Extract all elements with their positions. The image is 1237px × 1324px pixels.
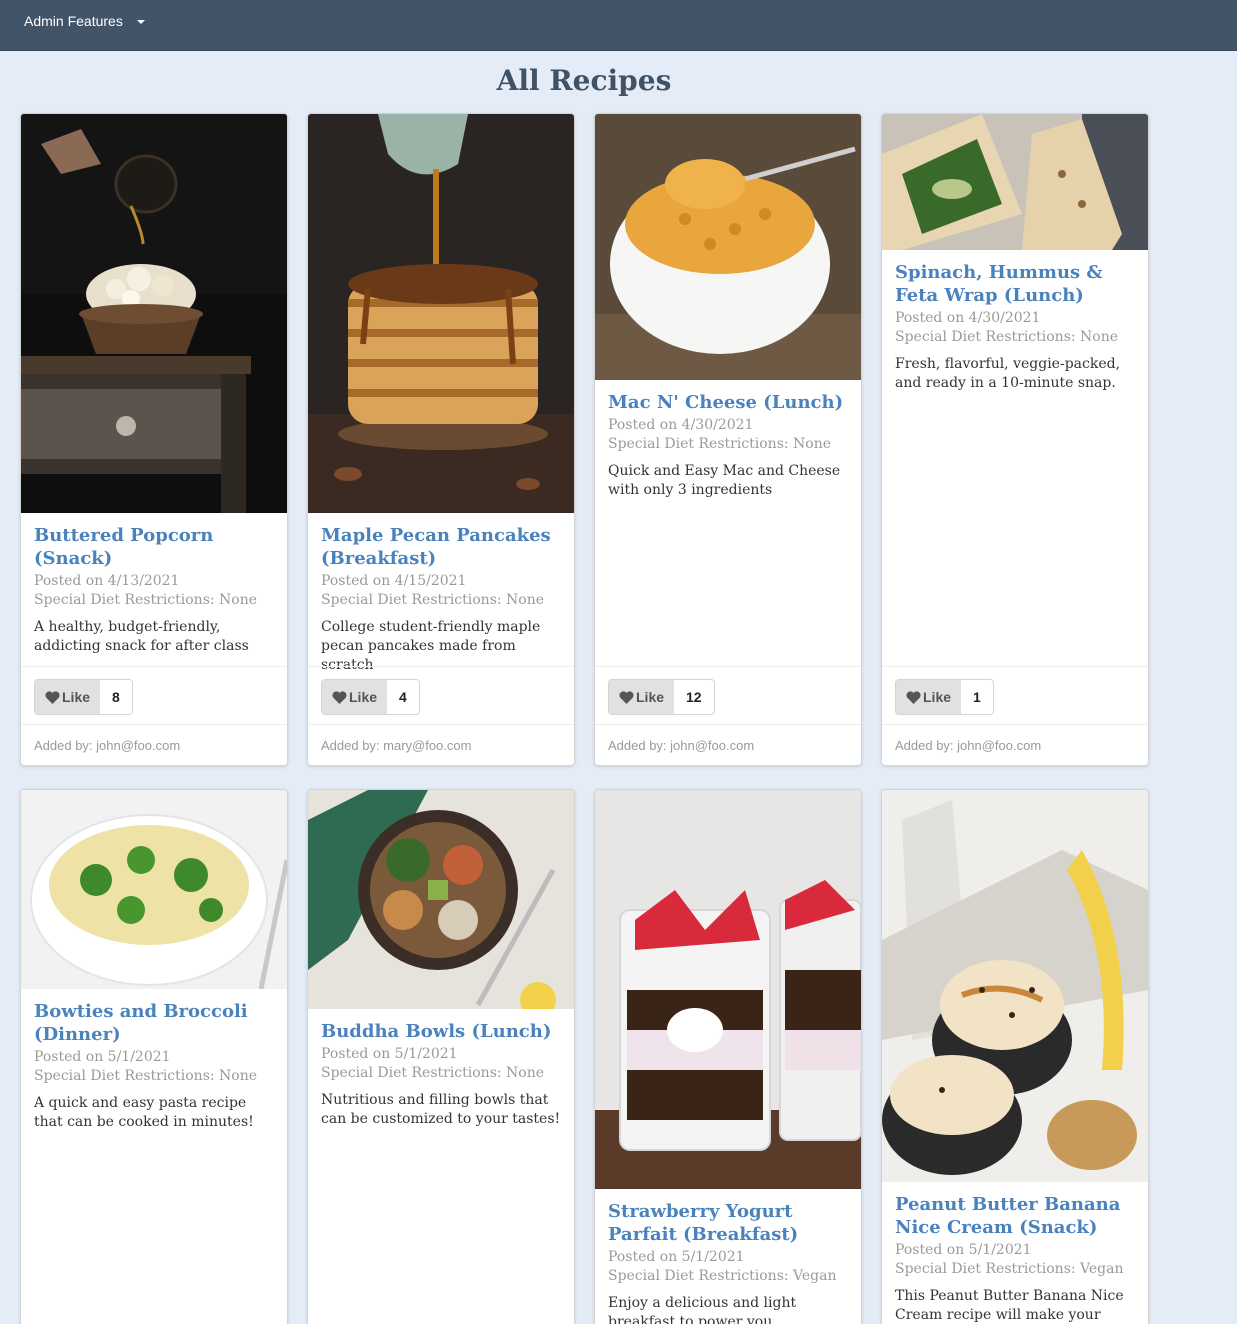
recipe-card: Buttered Popcorn (Snack) Posted on 4/13/… [20,113,288,766]
recipe-title[interactable]: Strawberry Yogurt Parfait (Breakfast) [608,1200,848,1246]
recipe-card: Mac N' Cheese (Lunch) Posted on 4/30/202… [594,113,862,766]
like-text: Like [62,689,91,705]
recipe-title[interactable]: Spinach, Hummus & Feta Wrap (Lunch) [895,261,1135,307]
like-label[interactable]: Like [35,680,101,714]
recipe-description: This Peanut Butter Banana Nice Cream rec… [895,1288,1124,1323]
like-count: 12 [674,680,714,714]
likes-row: Like 12 [595,666,861,724]
recipe-description: A quick and easy pasta recipe that can b… [34,1095,254,1130]
admin-features-label: Admin Features [24,13,123,29]
recipe-description: Quick and Easy Mac and Cheese with only … [608,463,841,498]
recipe-card: Spinach, Hummus & Feta Wrap (Lunch) Post… [881,113,1149,766]
likes-row: Like 1 [882,666,1148,724]
recipe-image-bowties[interactable] [21,790,287,989]
like-button[interactable]: Like 8 [34,679,133,715]
posted-date: Posted on 4/15/2021 [321,573,467,589]
like-label[interactable]: Like [609,680,675,714]
heart-icon [906,690,921,704]
like-text: Like [349,689,378,705]
like-button[interactable]: Like 1 [895,679,994,715]
recipe-title[interactable]: Maple Pecan Pancakes (Breakfast) [321,524,561,570]
recipe-image-pancakes[interactable] [308,114,574,513]
heart-icon [45,690,60,704]
diet-restrictions: Special Diet Restrictions: None [34,1068,258,1084]
diet-restrictions: Special Diet Restrictions: None [608,436,832,452]
recipe-image-nice-cream[interactable] [882,790,1148,1182]
recipe-title[interactable]: Buttered Popcorn (Snack) [34,524,274,570]
recipe-card: Strawberry Yogurt Parfait (Breakfast) Po… [594,789,862,1324]
like-label[interactable]: Like [896,680,962,714]
like-count: 4 [387,680,419,714]
recipe-title[interactable]: Bowties and Broccoli (Dinner) [34,1000,274,1046]
chevron-down-icon [136,20,145,24]
recipe-description: Fresh, flavorful, veggie-packed, and rea… [895,356,1121,391]
admin-features-dropdown[interactable]: Admin Features [24,13,145,29]
recipe-card: Maple Pecan Pancakes (Breakfast) Posted … [307,113,575,766]
like-button[interactable]: Like 12 [608,679,715,715]
recipe-description: Nutritious and filling bowls that can be… [321,1092,561,1127]
like-text: Like [636,689,665,705]
likes-row: Like 8 [21,666,287,724]
diet-restrictions: Special Diet Restrictions: Vegan [895,1261,1124,1277]
diet-restrictions: Special Diet Restrictions: None [321,592,545,608]
like-button[interactable]: Like 4 [321,679,420,715]
posted-date: Posted on 4/13/2021 [34,573,180,589]
like-count: 8 [100,680,132,714]
recipe-title[interactable]: Buddha Bowls (Lunch) [321,1020,561,1043]
recipe-card: Bowties and Broccoli (Dinner) Posted on … [20,789,288,1324]
recipe-image-parfait[interactable] [595,790,861,1189]
diet-restrictions: Special Diet Restrictions: Vegan [608,1268,837,1284]
posted-date: Posted on 5/1/2021 [34,1049,171,1065]
posted-date: Posted on 4/30/2021 [608,417,754,433]
heart-icon [332,690,347,704]
recipe-title[interactable]: Mac N' Cheese (Lunch) [608,391,848,414]
recipe-title[interactable]: Peanut Butter Banana Nice Cream (Snack) [895,1193,1135,1239]
top-navbar: Admin Features [0,0,1237,51]
diet-restrictions: Special Diet Restrictions: None [321,1065,545,1081]
added-by: Added by: john@foo.com [882,724,1148,765]
page-title: All Recipes [496,64,672,97]
recipe-image-mac-cheese[interactable] [595,114,861,380]
diet-restrictions: Special Diet Restrictions: None [34,592,258,608]
like-text: Like [923,689,952,705]
likes-row: Like 4 [308,666,574,724]
recipe-card: Peanut Butter Banana Nice Cream (Snack) … [881,789,1149,1324]
like-label[interactable]: Like [322,680,388,714]
posted-date: Posted on 4/30/2021 [895,310,1041,326]
recipe-description: A healthy, budget-friendly, addicting sn… [34,619,249,654]
posted-date: Posted on 5/1/2021 [608,1249,745,1265]
added-by: Added by: john@foo.com [21,724,287,765]
posted-date: Posted on 5/1/2021 [321,1046,458,1062]
recipe-image-wrap[interactable] [882,114,1148,250]
recipe-image-popcorn[interactable] [21,114,287,513]
recipe-card: Buddha Bowls (Lunch) Posted on 5/1/2021 … [307,789,575,1324]
recipe-description: Enjoy a delicious and light breakfast to… [608,1295,797,1324]
added-by: Added by: john@foo.com [595,724,861,765]
diet-restrictions: Special Diet Restrictions: None [895,329,1119,345]
like-count: 1 [961,680,993,714]
heart-icon [619,690,634,704]
posted-date: Posted on 5/1/2021 [895,1242,1032,1258]
added-by: Added by: mary@foo.com [308,724,574,765]
recipe-image-buddha-bowl[interactable] [308,790,574,1009]
